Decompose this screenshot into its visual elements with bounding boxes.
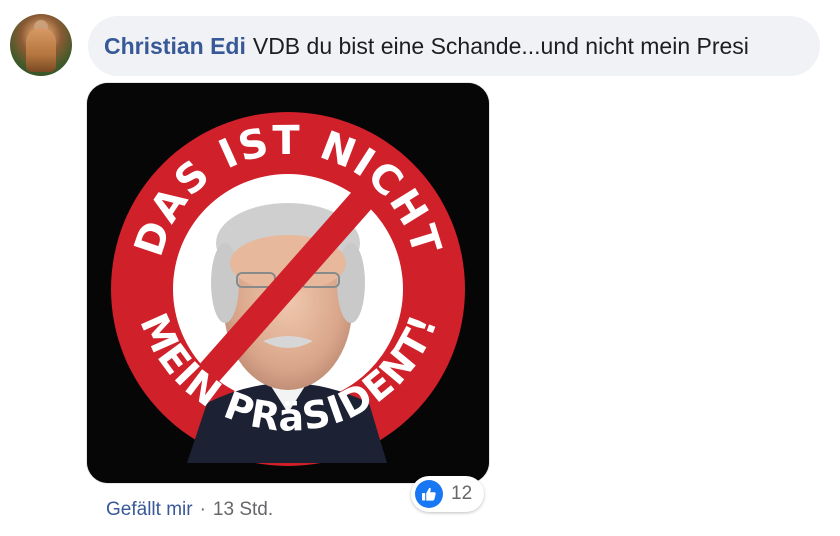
comment-text: VDB du bist eine Schande...und nicht mei…: [252, 32, 749, 59]
comment-timestamp[interactable]: 13 Std.: [213, 499, 273, 521]
comment-bubble: Christian Edi VDB du bist eine Schande..…: [88, 16, 820, 76]
separator: ·: [199, 499, 206, 520]
thumbs-up-icon: [415, 480, 443, 508]
comment-thread: Christian Edi VDB du bist eine Schande..…: [0, 0, 840, 536]
commenter-avatar[interactable]: [10, 14, 72, 76]
comment-actions: Gefällt mir · 13 Std.: [106, 499, 273, 521]
comment-author[interactable]: Christian Edi: [104, 34, 246, 58]
avatar-figure: [26, 28, 56, 72]
like-button[interactable]: Gefällt mir: [106, 499, 193, 521]
reaction-count: 12: [451, 483, 473, 504]
reaction-summary[interactable]: 12: [411, 476, 485, 512]
attached-image[interactable]: DAS IST NICHT MEIN PRäSIDENT!: [86, 82, 490, 484]
